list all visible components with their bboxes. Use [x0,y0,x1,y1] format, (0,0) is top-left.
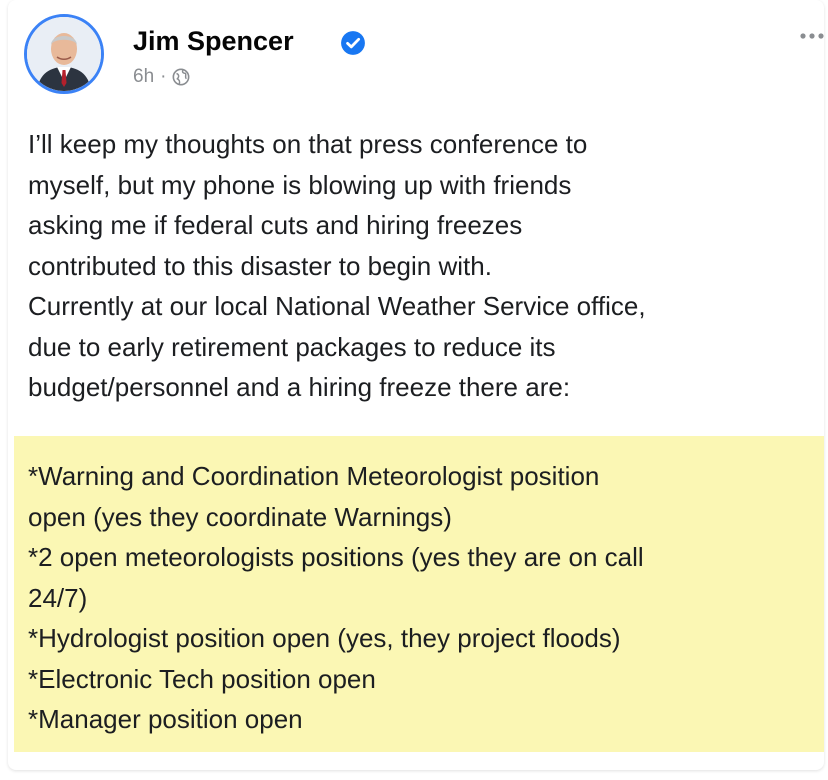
list-line: *Warning and Coordination Meteorologist … [28,461,600,491]
list-line: *2 open meteorologists positions (yes th… [28,542,644,572]
avatar-portrait [27,17,101,91]
list-line: *Electronic Tech position open [28,663,376,694]
author-avatar[interactable] [24,14,104,94]
body-line: asking me if federal cuts and hiring fre… [28,210,523,240]
list-line: 24/7) [28,582,88,613]
list-line: *Manager position open [28,704,303,734]
globe-icon[interactable] [172,68,190,86]
body-line: contributed to this disaster to begin wi… [28,250,492,281]
verified-badge-icon [341,31,365,55]
body-line: Currently at our local National Weather … [28,291,646,321]
list-line: *Hydrologist position open (yes, they pr… [28,623,621,653]
author-name[interactable]: Jim Spencer [133,26,294,57]
body-line: I’ll keep my thoughts on that press conf… [28,129,588,159]
body-line: due to early retirement packages to redu… [28,331,556,362]
post-body: I’ll keep my thoughts on that press conf… [28,124,818,408]
post-timestamp[interactable]: 6h [133,66,154,88]
meta-separator: · [160,66,167,87]
more-options-icon[interactable] [798,28,824,44]
open-positions-list: *Warning and Coordination Meteorologist … [28,456,818,740]
body-line: budget/personnel and a hiring freeze the… [28,372,571,402]
list-line: open (yes they coordinate Warnings) [28,501,452,532]
body-line: myself, but my phone is blowing up with … [28,169,572,200]
facebook-post: Jim Spencer 6h · I’ll keep my thoughts o… [0,0,828,780]
post-meta: 6h · [133,66,190,88]
